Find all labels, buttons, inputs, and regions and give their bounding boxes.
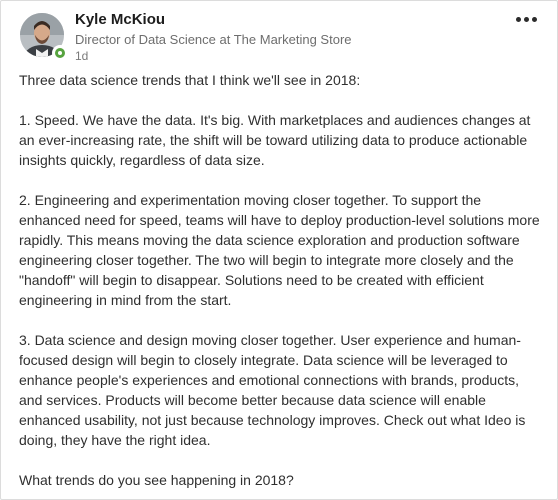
online-status-indicator (52, 45, 68, 61)
post-header: Kyle McKiou Director of Data Science at … (1, 1, 557, 69)
post-paragraph: Three data science trends that I think w… (19, 72, 361, 88)
more-horizontal-icon (531, 16, 537, 22)
author-avatar[interactable] (20, 13, 68, 61)
author-name[interactable]: Kyle McKiou (75, 11, 165, 29)
post-card: Kyle McKiou Director of Data Science at … (0, 0, 558, 500)
post-timestamp: 1d (75, 49, 89, 63)
post-paragraph: What trends do you see happening in 2018… (19, 472, 294, 488)
post-body: Three data science trends that I think w… (19, 70, 544, 490)
more-horizontal-icon (515, 16, 521, 22)
post-paragraph: 1. Speed. We have the data. It's big. Wi… (19, 112, 531, 168)
more-options-button[interactable] (511, 9, 541, 29)
author-headline: Director of Data Science at The Marketin… (75, 32, 352, 47)
post-paragraph: 2. Engineering and experimentation movin… (19, 192, 540, 308)
post-paragraph: 3. Data science and design moving closer… (19, 332, 526, 448)
more-horizontal-icon (523, 16, 529, 22)
